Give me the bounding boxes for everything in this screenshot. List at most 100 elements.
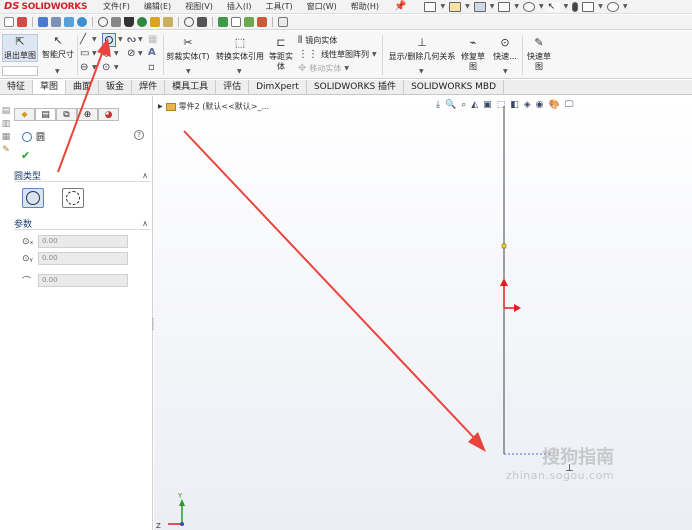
chevron-down-icon[interactable]: ▼ (92, 36, 97, 43)
chevron-down-icon[interactable]: ▼ (118, 36, 123, 43)
tab-mold-tools[interactable]: 模具工具 (165, 80, 217, 94)
save-icon[interactable] (473, 1, 486, 12)
rapid-sketch-button[interactable]: ✎ 快速草图 (526, 36, 552, 72)
display-manager-tab[interactable]: ◕ (98, 108, 119, 121)
property-manager-tab[interactable]: ▤ (35, 108, 56, 121)
print-icon[interactable] (498, 1, 511, 12)
rectangle-icon[interactable]: ▭ (80, 48, 89, 59)
dimension-icon[interactable] (17, 17, 27, 27)
collapse-icon[interactable]: ∧ (142, 219, 150, 228)
select-arrow-icon[interactable]: ↖ (547, 1, 560, 12)
configuration-manager-tab[interactable]: ⧉ (56, 108, 77, 121)
circle-tool-button[interactable] (102, 33, 116, 47)
point-icon[interactable]: ▫ (148, 62, 155, 73)
pin-icon[interactable]: 📌 (386, 1, 414, 12)
linear-pattern-button[interactable]: ⋮⋮ 线性草图阵列 ▼ (298, 49, 377, 60)
chevron-down-icon[interactable]: ▼ (440, 3, 445, 10)
parameters-group-header[interactable]: 参数 ∧ (14, 218, 150, 230)
gear-icon[interactable] (98, 17, 108, 27)
sketch-point[interactable] (501, 243, 507, 249)
perimeter-circle-type-button[interactable] (62, 188, 84, 208)
undo-icon[interactable] (522, 1, 535, 12)
tab-surfaces[interactable]: 曲面 (66, 80, 100, 94)
surface-icon[interactable]: ▦ (148, 34, 157, 45)
spline-icon[interactable]: ᔓ (127, 34, 136, 45)
tab-features[interactable]: 特征 (0, 80, 34, 94)
chevron-down-icon[interactable]: ▼ (92, 64, 97, 71)
tab-evaluate[interactable]: 评估 (216, 80, 250, 94)
document-icon[interactable] (231, 17, 241, 27)
rebuild-icon[interactable] (572, 1, 579, 12)
center-y-field[interactable]: 0.00 (38, 252, 128, 265)
chevron-down-icon[interactable]: ▼ (237, 68, 242, 75)
dimxpert-manager-tab[interactable]: ⊕ (77, 108, 98, 121)
repair-sketch-button[interactable]: ⌁ 修复草图 (460, 36, 486, 72)
chart-icon[interactable] (257, 17, 267, 27)
offset-entities-button[interactable]: ⊏ 等距实体 (268, 36, 294, 72)
ok-checkmark-button[interactable]: ✔ (21, 149, 30, 162)
chevron-down-icon[interactable]: ▼ (114, 50, 119, 57)
chevron-down-icon[interactable]: ▼ (623, 3, 628, 10)
chevron-down-icon[interactable]: ▼ (114, 64, 119, 71)
bolt-icon[interactable] (150, 17, 160, 27)
fastener-icon[interactable] (163, 17, 173, 27)
ellipse-icon[interactable]: ⊘ (127, 48, 135, 59)
line-icon[interactable]: ╱ (80, 34, 86, 45)
tab-dimxpert[interactable]: DimXpert (249, 80, 307, 94)
menu-tools[interactable]: 工具(T) (258, 1, 299, 12)
toolbox-icon[interactable] (111, 17, 121, 27)
chevron-down-icon[interactable]: ▼ (503, 68, 508, 75)
tab-mbd[interactable]: SOLIDWORKS MBD (404, 80, 505, 94)
drawing-icon[interactable] (64, 17, 74, 27)
tab-addins[interactable]: SOLIDWORKS 插件 (307, 80, 405, 94)
exit-sketch-button[interactable]: ⇱ 退出草图 (2, 34, 38, 62)
marker-icon[interactable] (137, 17, 147, 27)
chevron-down-icon[interactable]: ▼ (419, 68, 424, 75)
radius-field[interactable]: 0.00 (38, 274, 128, 287)
sketch-icon[interactable] (4, 17, 14, 27)
menu-help[interactable]: 帮助(H) (344, 1, 386, 12)
side-icon[interactable]: ▤ (1, 106, 11, 116)
chevron-down-icon[interactable]: ▼ (539, 3, 544, 10)
chevron-down-icon[interactable]: ▼ (372, 51, 377, 58)
monitor-icon[interactable] (38, 17, 48, 27)
exit-sketch-dropdown[interactable] (2, 66, 38, 76)
display-delete-relations-button[interactable]: ⊥ 显示/删除几何关系 (386, 36, 458, 62)
chevron-down-icon[interactable]: ▼ (138, 36, 143, 43)
chevron-down-icon[interactable]: ▼ (344, 65, 349, 72)
side-icon[interactable]: ▥ (1, 119, 11, 129)
cup-icon[interactable] (124, 17, 134, 27)
chevron-down-icon[interactable]: ▼ (92, 50, 97, 57)
open-icon[interactable] (449, 1, 462, 12)
circle-type-group-header[interactable]: 圆类型 ∧ (14, 170, 150, 182)
side-icon[interactable]: ✎ (1, 145, 11, 155)
chevron-down-icon[interactable]: ▼ (138, 50, 143, 57)
file-properties-icon[interactable] (582, 1, 595, 12)
text-icon[interactable]: A (148, 47, 156, 58)
menu-insert[interactable]: 插入(I) (220, 1, 259, 12)
convert-entities-button[interactable]: ⬚ 转换实体引用 (212, 36, 268, 62)
menu-window[interactable]: 窗口(W) (300, 1, 344, 12)
trim-entities-button[interactable]: ✂ 剪裁实体(T) (166, 36, 210, 62)
graphics-area[interactable]: ▶ 零件2 (默认<<默认>_... ⤓ 🔍 ⌕ ◭ ▣ ⬚ ◧ ◈ ◉ 🎨 🖵… (154, 96, 692, 530)
chevron-down-icon[interactable]: ▼ (598, 3, 603, 10)
magnify-icon[interactable] (184, 17, 194, 27)
grid-icon[interactable] (278, 17, 288, 27)
tab-sketch[interactable]: 草图 (33, 80, 67, 94)
options-gear-icon[interactable] (606, 1, 619, 12)
side-icon[interactable]: ▦ (1, 132, 11, 142)
chevron-down-icon[interactable]: ▼ (186, 68, 191, 75)
smart-dimension-button[interactable]: ↖ 智能尺寸 (40, 34, 76, 60)
tab-weldments[interactable]: 焊件 (132, 80, 166, 94)
polygon-icon[interactable]: ⬡ (102, 48, 111, 59)
chevron-down-icon[interactable]: ▼ (514, 3, 519, 10)
globe-icon[interactable] (77, 17, 87, 27)
collapse-icon[interactable]: ∧ (142, 171, 150, 180)
mirror-entities-button[interactable]: ⫴ 镜向实体 (298, 35, 337, 46)
chevron-down-icon[interactable]: ▼ (490, 3, 495, 10)
tab-sheet-metal[interactable]: 钣金 (99, 80, 133, 94)
center-circle-type-button[interactable] (22, 188, 44, 208)
binoculars-icon[interactable] (197, 17, 207, 27)
fillet-icon[interactable]: ⊙ (102, 62, 110, 73)
assembly-icon[interactable] (51, 17, 61, 27)
